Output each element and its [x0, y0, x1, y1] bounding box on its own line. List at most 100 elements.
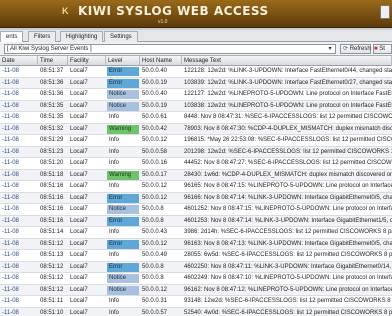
- tab-highlighting[interactable]: Highlighting: [60, 31, 104, 42]
- refresh-button[interactable]: ⟳ Refresh: [340, 44, 371, 54]
- cell-message: 3986: 2d14h: %SEC-6-IPACCESSLOGS: list 1…: [184, 229, 392, 235]
- cell-time: 08:51:12: [40, 263, 64, 270]
- toolbar: [ All Kiwi Syslog Server Events ] ▾ ⟳ Re…: [0, 42, 392, 56]
- table-row[interactable]: -11-08 08:51:14 Local7 Info 50.0.0.43 3986: 2…: [0, 227, 392, 239]
- level-badge: Warning: [107, 124, 139, 134]
- level-badge: Notice: [107, 90, 139, 99]
- table-row[interactable]: -11-08 08:51:11 Local7 Info 50.0.0.31 93148: …: [0, 296, 392, 308]
- refresh-label: Refresh: [349, 46, 371, 52]
- app-version: v1.0: [158, 19, 168, 25]
- cell-date: -11-08: [2, 275, 19, 281]
- chevron-down-icon[interactable]: ▾: [326, 45, 334, 53]
- column-header-level[interactable]: Level: [106, 56, 140, 66]
- cell-date: -11-08: [2, 68, 19, 74]
- cell-facility: Local7: [70, 217, 88, 224]
- cell-date: -11-08: [2, 91, 19, 97]
- table-row[interactable]: -11-08 08:51:20 Local7 Info 50.0.0.16 44452: …: [0, 158, 392, 170]
- cell-date: -11-08: [2, 102, 19, 109]
- table-row[interactable]: -11-08 08:51:36 Local7 Notice 50.0.0.40 12212…: [0, 89, 392, 101]
- cell-time: 08:51:16: [40, 206, 64, 212]
- cell-facility: Local7: [70, 160, 88, 166]
- table-row[interactable]: -11-08 08:51:10 Local7 Info 50.0.0.57 52540: …: [0, 307, 392, 316]
- column-header-time[interactable]: Time: [38, 56, 68, 66]
- table-row[interactable]: -11-08 08:51:16 Local7 Notice 50.0.0.8 460125…: [0, 204, 392, 216]
- cell-date: -11-08: [2, 252, 19, 258]
- cell-date: -11-08: [2, 206, 19, 212]
- table-row[interactable]: -11-08 08:51:32 Local7 Warning 50.0.0.42 7890…: [0, 123, 392, 135]
- cell-level: Info: [106, 112, 140, 123]
- cell-message: 201298: 12w2d: %SEC-6-IPACCESSLOGS: list…: [184, 148, 392, 155]
- level-badge: Notice: [107, 285, 139, 295]
- level-badge: Info: [109, 137, 120, 143]
- cell-facility: Local7: [70, 206, 88, 212]
- cell-host: 50.0.0.19: [142, 102, 168, 109]
- cell-host: 50.0.0.58: [142, 148, 168, 155]
- table-row[interactable]: -11-08 08:51:36 Local7 Error 50.0.0.19 103839…: [0, 77, 392, 89]
- cell-date: -11-08: [2, 263, 19, 270]
- cell-message: 96163: Nov 8 08:47:13: %LINK-3-UPDOWN: I…: [184, 240, 392, 247]
- cell-message: 196815: *May 26 22:53:08: %SEC-6-IPACCES…: [184, 137, 392, 143]
- cell-host: 50.0.0.49: [142, 252, 168, 258]
- cell-host: 50.0.0.17: [142, 171, 168, 178]
- cell-time: 08:51:23: [40, 148, 64, 155]
- table-row[interactable]: -11-08 08:51:23 Local7 Info 50.0.0.58 201298:…: [0, 146, 392, 158]
- cell-facility: Local7: [70, 275, 88, 281]
- tab-events[interactable]: ents: [0, 31, 24, 42]
- column-header-host[interactable]: Host Name: [140, 56, 182, 66]
- cell-facility: Local7: [70, 298, 88, 304]
- level-badge: Info: [109, 183, 120, 189]
- cell-host: 50.0.0.8: [142, 206, 164, 212]
- window-control-icon[interactable]: [380, 5, 390, 19]
- table-row[interactable]: -11-08 08:51:12 Local7 Error 50.0.0.12 96163:…: [0, 238, 392, 250]
- cell-level: Info: [106, 250, 140, 261]
- cell-time: 08:51:16: [40, 194, 64, 201]
- cell-time: 08:51:12: [40, 286, 64, 293]
- cell-message: 28055: 6w5d: %SEC-6-IPACCESSLOGS: list 1…: [184, 252, 392, 258]
- event-rows: -11-08 08:51:37 Local7 Error 50.0.0.40 122128…: [0, 66, 392, 316]
- cell-host: 50.0.0.12: [142, 194, 168, 201]
- level-badge: Error: [107, 78, 139, 88]
- tab-filters[interactable]: Filters: [28, 31, 57, 42]
- cell-level: Info: [106, 135, 140, 146]
- table-row[interactable]: -11-08 08:51:16 Local7 Error 50.0.0.12 96166:…: [0, 192, 392, 204]
- level-badge: Info: [109, 229, 120, 235]
- cell-time: 08:51:20: [40, 160, 64, 166]
- cell-time: 08:51:16: [40, 217, 64, 224]
- table-row[interactable]: -11-08 08:51:35 Local7 Notice 50.0.0.19 10383…: [0, 100, 392, 112]
- event-filter-select[interactable]: [ All Kiwi Syslog Server Events ] ▾: [4, 44, 336, 54]
- table-row[interactable]: -11-08 08:51:13 Local7 Info 50.0.0.49 28055: …: [0, 250, 392, 262]
- cell-host: 50.0.0.8: [142, 263, 164, 270]
- cell-host: 50.0.0.19: [142, 79, 168, 86]
- cell-host: 50.0.0.31: [142, 298, 168, 304]
- cell-host: 50.0.0.12: [142, 137, 168, 143]
- table-row[interactable]: -11-08 08:51:12 Local7 Notice 50.0.0.8 460224…: [0, 273, 392, 285]
- cell-facility: Local7: [70, 137, 88, 143]
- column-header-message[interactable]: Message Text: [182, 56, 392, 66]
- table-row[interactable]: -11-08 08:51:29 Local7 Info 50.0.0.12 196815:…: [0, 135, 392, 147]
- cell-time: 08:51:29: [40, 137, 64, 143]
- cell-date: -11-08: [2, 79, 19, 86]
- tab-settings[interactable]: Settings: [104, 31, 138, 42]
- cell-message: 4602250: Nov 8 08:47:11: %LINK-3-UPDOWN:…: [184, 263, 392, 270]
- tab-bar: ents Filters Highlighting Settings: [0, 30, 392, 42]
- column-header-date[interactable]: Date: [0, 56, 38, 66]
- stop-button[interactable]: ■ St: [373, 44, 392, 54]
- cell-message: 103839: 12w2d: %LINK-3-UPDOWN: Interface…: [184, 79, 392, 86]
- table-row[interactable]: -11-08 08:51:37 Local7 Error 50.0.0.40 122128…: [0, 66, 392, 78]
- table-row[interactable]: -11-08 08:51:12 Local7 Notice 50.0.0.12 96162…: [0, 284, 392, 296]
- cell-message: 52540: 4w0d: %SEC-6-IPACCESSLOGS: list 1…: [184, 309, 392, 316]
- level-badge: Info: [109, 148, 120, 155]
- cell-level: Notice: [106, 204, 140, 215]
- cell-message: 4601252: Nov 8 08:47:15: %LINEPROTO-5-UP…: [184, 206, 392, 212]
- events-grid: Date Time Facility Level Host Name Messa…: [0, 56, 392, 316]
- column-header-facility[interactable]: Facility: [68, 56, 106, 66]
- table-row[interactable]: -11-08 08:51:16 Local7 Error 50.0.0.8 4601253…: [0, 215, 392, 227]
- table-row[interactable]: -11-08 08:51:18 Local7 Warning 50.0.0.17 2843…: [0, 169, 392, 181]
- cell-date: -11-08: [2, 171, 19, 178]
- cell-date: -11-08: [2, 160, 19, 166]
- table-row[interactable]: -11-08 08:51:12 Local7 Error 50.0.0.8 4602250…: [0, 261, 392, 273]
- table-row[interactable]: -11-08 08:51:16 Local7 Info 50.0.0.12 96165: …: [0, 181, 392, 193]
- cell-host: 50.0.0.57: [142, 309, 168, 316]
- table-row[interactable]: -11-08 08:51:35 Local7 Info 50.0.0.61 8448: N…: [0, 112, 392, 124]
- level-badge: Warning: [107, 170, 139, 180]
